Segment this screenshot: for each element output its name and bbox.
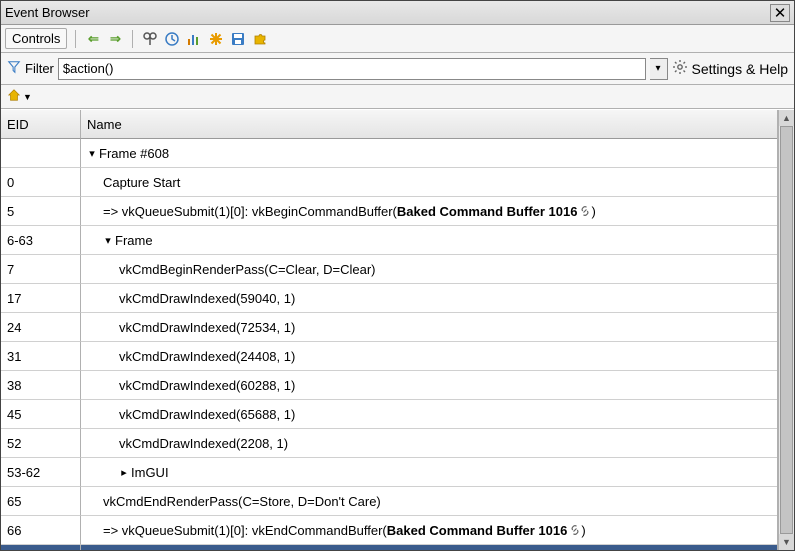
eid-cell: 65 bbox=[1, 487, 81, 516]
eid-cell: 24 bbox=[1, 313, 81, 342]
disclosure-icon[interactable]: ▾ bbox=[87, 147, 97, 160]
eid-cell: 6-63 bbox=[1, 226, 81, 255]
link-icon[interactable] bbox=[579, 205, 591, 217]
scroll-down-icon[interactable]: ▼ bbox=[779, 534, 794, 550]
nav-back-icon[interactable]: ⇐ bbox=[84, 31, 102, 47]
window-title: Event Browser bbox=[5, 5, 770, 20]
eid-cell: 17 bbox=[1, 284, 81, 313]
name-cell: vkCmdDrawIndexed(72534, 1) bbox=[81, 313, 777, 342]
text-span: vkCmdEndRenderPass(C=Store, D=Don't Care… bbox=[103, 494, 381, 509]
filter-dropdown-button[interactable]: ▾ bbox=[650, 58, 668, 80]
eid-cell: 66 bbox=[1, 516, 81, 545]
text-span: vkCmdBeginRenderPass(C=Clear, D=Clear) bbox=[119, 262, 376, 277]
eid-cell: 45 bbox=[1, 400, 81, 429]
text-span: => vkQueueSubmit(1)[0]: vkEndCommandBuff… bbox=[103, 523, 387, 538]
settings-help-link[interactable]: Settings & Help bbox=[692, 61, 789, 77]
text-span: vkCmdDrawIndexed(72534, 1) bbox=[119, 320, 295, 335]
puzzle-icon[interactable] bbox=[251, 30, 269, 48]
eid-cell: 0 bbox=[1, 168, 81, 197]
name-cell: ▾Frame #608 bbox=[81, 139, 777, 168]
filter-label: Filter bbox=[25, 61, 54, 76]
text-span: ImGUI bbox=[131, 465, 169, 480]
link-icon[interactable] bbox=[569, 524, 581, 536]
bars-icon[interactable] bbox=[185, 30, 203, 48]
text-span: ) bbox=[591, 204, 595, 219]
filter-input[interactable] bbox=[58, 58, 646, 80]
event-table: EID Name ▾Frame #6080Capture Start5=> vk… bbox=[1, 110, 778, 550]
home-icon[interactable] bbox=[7, 88, 21, 105]
funnel-icon bbox=[7, 60, 21, 77]
name-cell: ▾Frame bbox=[81, 226, 777, 255]
controls-button[interactable]: Controls bbox=[5, 28, 67, 49]
text-span: Capture Start bbox=[103, 175, 180, 190]
text-span: Frame bbox=[115, 233, 153, 248]
text-span: Frame #608 bbox=[99, 146, 169, 161]
text-span: Baked Command Buffer 1016 bbox=[387, 523, 568, 538]
clock-icon[interactable] bbox=[163, 30, 181, 48]
nav-forward-icon[interactable]: ⇒ bbox=[106, 31, 124, 47]
eid-cell: 52 bbox=[1, 429, 81, 458]
eid-cell: 31 bbox=[1, 342, 81, 371]
gear-icon[interactable] bbox=[672, 59, 688, 78]
eid-cell bbox=[1, 139, 81, 168]
eid-cell: 5 bbox=[1, 197, 81, 226]
eid-cell: 7 bbox=[1, 255, 81, 284]
scroll-up-icon[interactable]: ▲ bbox=[779, 110, 794, 126]
disclosure-icon[interactable]: ▸ bbox=[119, 466, 129, 479]
save-icon[interactable] bbox=[229, 30, 247, 48]
vertical-scrollbar[interactable]: ▲ ▼ bbox=[778, 110, 794, 550]
name-cell: vkCmdEndRenderPass(C=Store, D=Don't Care… bbox=[81, 487, 777, 516]
text-span: ) bbox=[581, 523, 585, 538]
text-span: vkCmdDrawIndexed(59040, 1) bbox=[119, 291, 295, 306]
eid-cell: 38 bbox=[1, 371, 81, 400]
text-span: vkCmdDrawIndexed(2208, 1) bbox=[119, 436, 288, 451]
name-cell: => vkQueueSubmit(1)[0]: vkBeginCommandBu… bbox=[81, 197, 777, 226]
name-cell: vkCmdDrawIndexed(24408, 1) bbox=[81, 342, 777, 371]
name-cell: vkCmdDrawIndexed(60288, 1) bbox=[81, 371, 777, 400]
titlebar: Event Browser ✕ bbox=[1, 1, 794, 25]
name-cell: Capture Start bbox=[81, 168, 777, 197]
scrollbar-thumb[interactable] bbox=[780, 126, 793, 534]
name-cell: vkCmdBeginRenderPass(C=Clear, D=Clear) bbox=[81, 255, 777, 284]
text-span: vkCmdDrawIndexed(24408, 1) bbox=[119, 349, 295, 364]
close-button[interactable]: ✕ bbox=[770, 4, 790, 22]
toolbar: Controls ⇐ ⇒ bbox=[1, 25, 794, 53]
column-header-name[interactable]: Name bbox=[81, 110, 777, 139]
name-cell: => vkQueueSubmit(1)[0]: vkEndCommandBuff… bbox=[81, 516, 777, 545]
column-header-eid[interactable]: EID bbox=[1, 110, 81, 139]
eid-cell: 53-62 bbox=[1, 458, 81, 487]
name-cell: vkCmdDrawIndexed(65688, 1) bbox=[81, 400, 777, 429]
asterisk-icon[interactable] bbox=[207, 30, 225, 48]
text-span: Baked Command Buffer 1016 bbox=[397, 204, 578, 219]
toolbar-separator bbox=[75, 30, 76, 48]
event-table-wrap: EID Name ▾Frame #6080Capture Start5=> vk… bbox=[1, 109, 794, 550]
text-span: => vkQueueSubmit(1)[0]: vkBeginCommandBu… bbox=[103, 204, 397, 219]
text-span: vkCmdDrawIndexed(65688, 1) bbox=[119, 407, 295, 422]
breadcrumb-dropdown-icon[interactable]: ▼ bbox=[23, 92, 32, 102]
filter-bar: Filter ▾ Settings & Help bbox=[1, 53, 794, 85]
disclosure-icon[interactable]: ▾ bbox=[103, 234, 113, 247]
name-cell: vkCmdDrawIndexed(59040, 1) bbox=[81, 284, 777, 313]
name-cell: ▸ImGUI bbox=[81, 458, 777, 487]
text-span: vkCmdDrawIndexed(60288, 1) bbox=[119, 378, 295, 393]
breadcrumb-bar: ▼ bbox=[1, 85, 794, 109]
name-cell: └ vkQueuePresentKHR( Swapchain Image 636… bbox=[81, 545, 777, 550]
toolbar-separator bbox=[132, 30, 133, 48]
eid-cell: 67 bbox=[1, 545, 81, 550]
name-cell: vkCmdDrawIndexed(2208, 1) bbox=[81, 429, 777, 458]
find-icon[interactable] bbox=[141, 30, 159, 48]
event-browser-window: { "title": "Event Browser", "toolbar": {… bbox=[0, 0, 795, 551]
